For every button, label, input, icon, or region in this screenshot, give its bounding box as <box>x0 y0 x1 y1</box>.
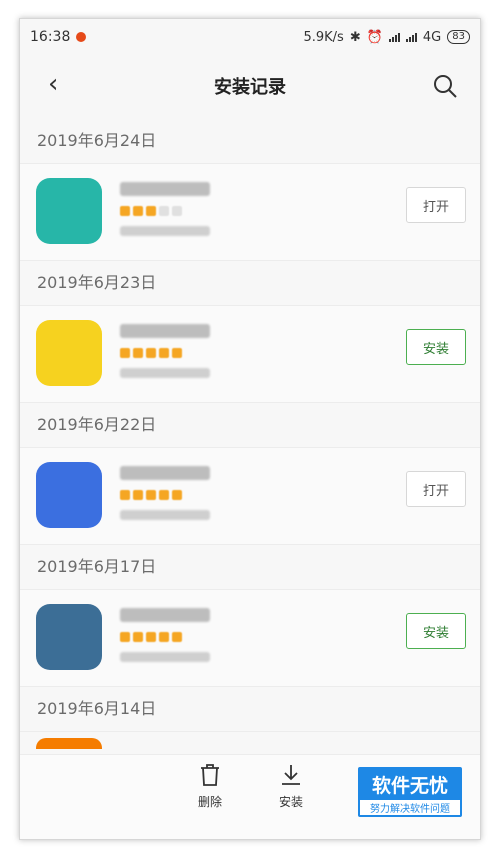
rating-stars <box>120 632 182 642</box>
watermark-logo: 软件无忧 努力解决软件问题 <box>358 767 462 817</box>
star-icon <box>133 632 143 642</box>
open-app-button[interactable]: 打开 <box>406 187 466 223</box>
app-row[interactable]: 打开 <box>20 447 480 545</box>
star-icon <box>172 348 182 358</box>
status-bar: 16:38 5.9K/s ✱ ⏰ 4G 83 <box>20 19 480 55</box>
star-icon <box>133 348 143 358</box>
app-name-blurred <box>120 608 210 622</box>
app-icon <box>36 320 102 386</box>
alarm-icon: ⏰ <box>366 29 383 45</box>
back-arrow-icon[interactable]: ‹ <box>48 71 72 98</box>
star-icon <box>146 206 156 216</box>
delete-label: 删除 <box>197 795 222 809</box>
watermark-title: 软件无忧 <box>371 775 448 797</box>
star-icon <box>159 348 169 358</box>
open-app-button[interactable]: 打开 <box>406 471 466 507</box>
delete-button[interactable]: 删除 <box>180 763 240 810</box>
date-header: 2019年6月14日 <box>37 699 157 718</box>
top-bar: ‹ 安装记录 <box>20 55 480 117</box>
app-meta-blurred <box>120 652 210 662</box>
app-row[interactable]: 安装 <box>20 589 480 687</box>
bottom-toolbar: 删除 安装 软件无忧 努力解决软件问题 <box>20 754 480 839</box>
app-meta-blurred <box>120 368 210 378</box>
star-icon <box>120 490 130 500</box>
install-label: 安装 <box>278 795 303 809</box>
app-meta-blurred <box>120 226 210 236</box>
install-app-button[interactable]: 安装 <box>406 613 466 649</box>
bluetooth-icon: ✱ <box>349 29 361 45</box>
app-name-blurred <box>120 182 210 196</box>
app-icon <box>36 178 102 244</box>
star-icon <box>159 206 169 216</box>
star-icon <box>146 632 156 642</box>
rating-stars <box>120 490 182 500</box>
app-meta-blurred <box>120 510 210 520</box>
trash-icon <box>201 764 219 786</box>
install-button[interactable]: 安装 <box>261 763 321 810</box>
star-icon <box>159 490 169 500</box>
app-icon <box>36 462 102 528</box>
network-speed: 5.9K/s <box>303 29 344 45</box>
signal-icon <box>388 32 400 42</box>
app-icon <box>36 738 102 749</box>
install-app-button[interactable]: 安装 <box>406 329 466 365</box>
battery-icon: 83 <box>447 30 470 44</box>
star-icon <box>172 632 182 642</box>
date-header: 2019年6月17日 <box>37 557 157 576</box>
app-row-partial[interactable] <box>20 731 480 749</box>
install-history-list[interactable]: 2019年6月24日 打开 2019年6月23日 安装 2019年6月22日 打开 2019… <box>20 119 480 749</box>
watermark-subtitle: 努力解决软件问题 <box>360 800 460 815</box>
date-header: 2019年6月23日 <box>37 273 157 292</box>
notification-icon <box>76 32 87 42</box>
app-row[interactable]: 安装 <box>20 305 480 403</box>
signal-icon-2 <box>405 32 417 42</box>
star-icon <box>120 348 130 358</box>
star-icon <box>120 206 130 216</box>
star-icon <box>133 206 143 216</box>
app-icon <box>36 604 102 670</box>
network-type: 4G <box>422 29 442 45</box>
app-name-blurred <box>120 324 210 338</box>
download-icon <box>282 765 300 785</box>
date-header: 2019年6月24日 <box>37 131 157 150</box>
rating-stars <box>120 348 182 358</box>
star-icon <box>146 348 156 358</box>
date-header: 2019年6月22日 <box>37 415 157 434</box>
star-icon <box>159 632 169 642</box>
page-title: 安装记录 <box>214 77 286 98</box>
star-icon <box>172 490 182 500</box>
star-icon <box>146 490 156 500</box>
status-time: 16:38 <box>30 29 71 45</box>
phone-screen: 16:38 5.9K/s ✱ ⏰ 4G 83 ‹ 安装记录 2019年6月24日… <box>19 18 481 840</box>
app-row[interactable]: 打开 <box>20 163 480 261</box>
rating-stars <box>120 206 182 216</box>
app-name-blurred <box>120 466 210 480</box>
star-icon <box>120 632 130 642</box>
star-icon <box>172 206 182 216</box>
star-icon <box>133 490 143 500</box>
search-icon[interactable] <box>432 73 458 99</box>
